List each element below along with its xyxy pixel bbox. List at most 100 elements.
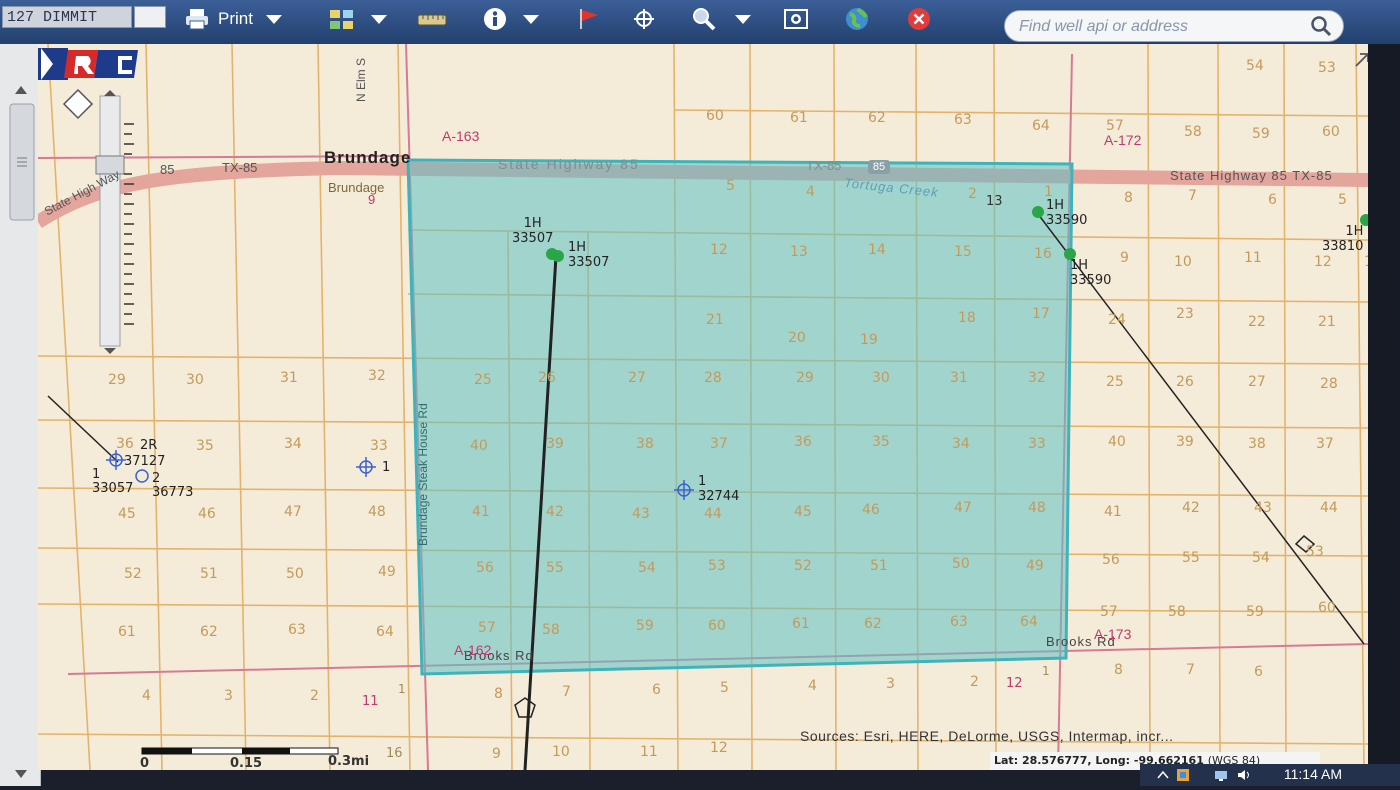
section-number: 33 xyxy=(1028,436,1046,452)
map-attribution: Sources: Esri, HERE, DeLorme, USGS, Inte… xyxy=(800,728,1174,744)
well-dot[interactable] xyxy=(1032,206,1044,218)
well-label: 1H 33590 xyxy=(1070,258,1111,288)
scroll-down-arrow-icon[interactable] xyxy=(15,770,27,778)
map-number: 16 xyxy=(386,746,403,761)
rrc-logo xyxy=(38,48,138,80)
section-number: 64 xyxy=(376,624,394,640)
section-number: 2 xyxy=(968,186,977,202)
section-number: 10 xyxy=(552,744,570,760)
town-small-label: Brundage xyxy=(328,180,385,195)
zoom-button[interactable] xyxy=(690,4,754,34)
section-number: 54 xyxy=(1246,58,1264,74)
clock[interactable]: 11:14 AM xyxy=(1284,766,1342,782)
section-number: 21 xyxy=(1318,314,1336,330)
section-number: 58 xyxy=(1168,604,1186,620)
section-number: 7 xyxy=(562,684,571,700)
info-icon xyxy=(484,8,506,30)
town-label: Brundage xyxy=(324,148,412,167)
section-number: 36 xyxy=(794,434,812,450)
well-dot[interactable] xyxy=(552,250,564,262)
panel-scrollbar[interactable] xyxy=(0,44,40,786)
county-dropdown-button[interactable] xyxy=(134,6,166,28)
volume-icon[interactable] xyxy=(1236,768,1250,782)
section-number: 45 xyxy=(794,504,812,520)
map-canvas[interactable] xyxy=(38,44,1368,770)
measure-button[interactable] xyxy=(416,4,448,34)
well-api: 33810 xyxy=(1322,239,1364,254)
section-number: 43 xyxy=(632,506,650,522)
section-number: 62 xyxy=(200,624,218,640)
section-number: 17 xyxy=(1032,306,1050,322)
full-extent-button[interactable] xyxy=(782,4,810,34)
section-number: 33 xyxy=(370,438,388,454)
section-number: 47 xyxy=(954,500,972,516)
layers-button[interactable] xyxy=(328,4,390,34)
section-number: 61 xyxy=(792,616,810,632)
flag-icon xyxy=(580,9,598,29)
section-number: 60 xyxy=(1322,124,1340,140)
road-label-85-left: 85 xyxy=(160,162,175,177)
section-number: 7 xyxy=(1188,188,1197,204)
locate-button[interactable] xyxy=(632,4,656,34)
clear-button[interactable] xyxy=(906,4,932,34)
taskbar: 11:14 AM xyxy=(1140,764,1400,786)
section-number: 2 xyxy=(970,674,979,690)
section-number: 50 xyxy=(952,556,970,572)
well-label: 1H 33810 xyxy=(1322,224,1363,254)
section-number: 46 xyxy=(198,506,216,522)
lat-label: Lat: xyxy=(994,754,1019,767)
well-number: 1H xyxy=(1070,258,1089,273)
section-number: 15 xyxy=(954,244,972,260)
section-number: 8 xyxy=(494,686,503,702)
app-tray-icon[interactable] xyxy=(1176,768,1190,782)
section-number: 31 xyxy=(280,370,298,386)
section-number: 19 xyxy=(860,332,878,348)
search-input[interactable] xyxy=(1017,15,1301,39)
road-label-state-highway-right: State Highway 85 TX-85 xyxy=(1170,168,1333,183)
network-icon[interactable] xyxy=(1214,768,1228,782)
section-number: 2 xyxy=(310,688,319,704)
section-number: 56 xyxy=(1102,552,1120,568)
section-number: 53 xyxy=(1306,544,1324,560)
town-number-label: 9 xyxy=(368,192,376,207)
scroll-up-arrow-icon[interactable] xyxy=(15,86,27,94)
section-number: 42 xyxy=(1182,500,1200,516)
section-number: 14 xyxy=(868,242,886,258)
flag-button[interactable] xyxy=(576,4,602,34)
section-number: 29 xyxy=(796,370,814,386)
section-number: 8 xyxy=(1114,662,1123,678)
search-box xyxy=(1004,10,1344,42)
road-label-steakhouse: Brundage Steak House Rd xyxy=(416,403,430,546)
section-number: 62 xyxy=(868,110,886,126)
section-number: 24 xyxy=(1108,312,1126,328)
section-number: 36 xyxy=(116,436,134,452)
scale-label: 0 xyxy=(140,756,150,770)
chevron-down-icon xyxy=(371,15,387,24)
print-button[interactable]: Print xyxy=(184,4,285,34)
section-number: 39 xyxy=(1176,434,1194,450)
toolbar: 127 DIMMIT Print xyxy=(0,0,1400,46)
search-icon[interactable] xyxy=(1309,14,1333,38)
section-number: 59 xyxy=(636,618,654,634)
section-number: 31 xyxy=(950,370,968,386)
section-number: 64 xyxy=(1032,118,1050,134)
county-select[interactable]: 127 DIMMIT xyxy=(2,6,132,28)
map-view[interactable]: 54 53 60 61 62 63 64 57 58 59 60 5 4 2 1 8 7 6 5 12 13 14 15 16… xyxy=(38,44,1368,770)
section-number: 6 xyxy=(1268,192,1277,208)
basemap-button[interactable] xyxy=(844,4,870,34)
section-number: 41 xyxy=(1104,504,1122,520)
section-number: 20 xyxy=(788,330,806,346)
chevron-up-icon[interactable] xyxy=(1156,768,1170,782)
map-number: 12 xyxy=(1006,676,1023,691)
section-number: 55 xyxy=(1182,550,1200,566)
info-button[interactable] xyxy=(482,4,542,34)
measure-ruler-icon xyxy=(417,14,447,26)
well-label: 1H 33507 xyxy=(568,240,609,270)
well-label: 2 36773 xyxy=(152,472,193,500)
selection-area[interactable] xyxy=(406,158,1074,676)
section-number: 11 xyxy=(640,744,658,760)
section-number: 23 xyxy=(1176,306,1194,322)
section-number: 12 xyxy=(710,242,728,258)
section-number: 21 xyxy=(706,312,724,328)
globe-icon xyxy=(846,7,868,30)
